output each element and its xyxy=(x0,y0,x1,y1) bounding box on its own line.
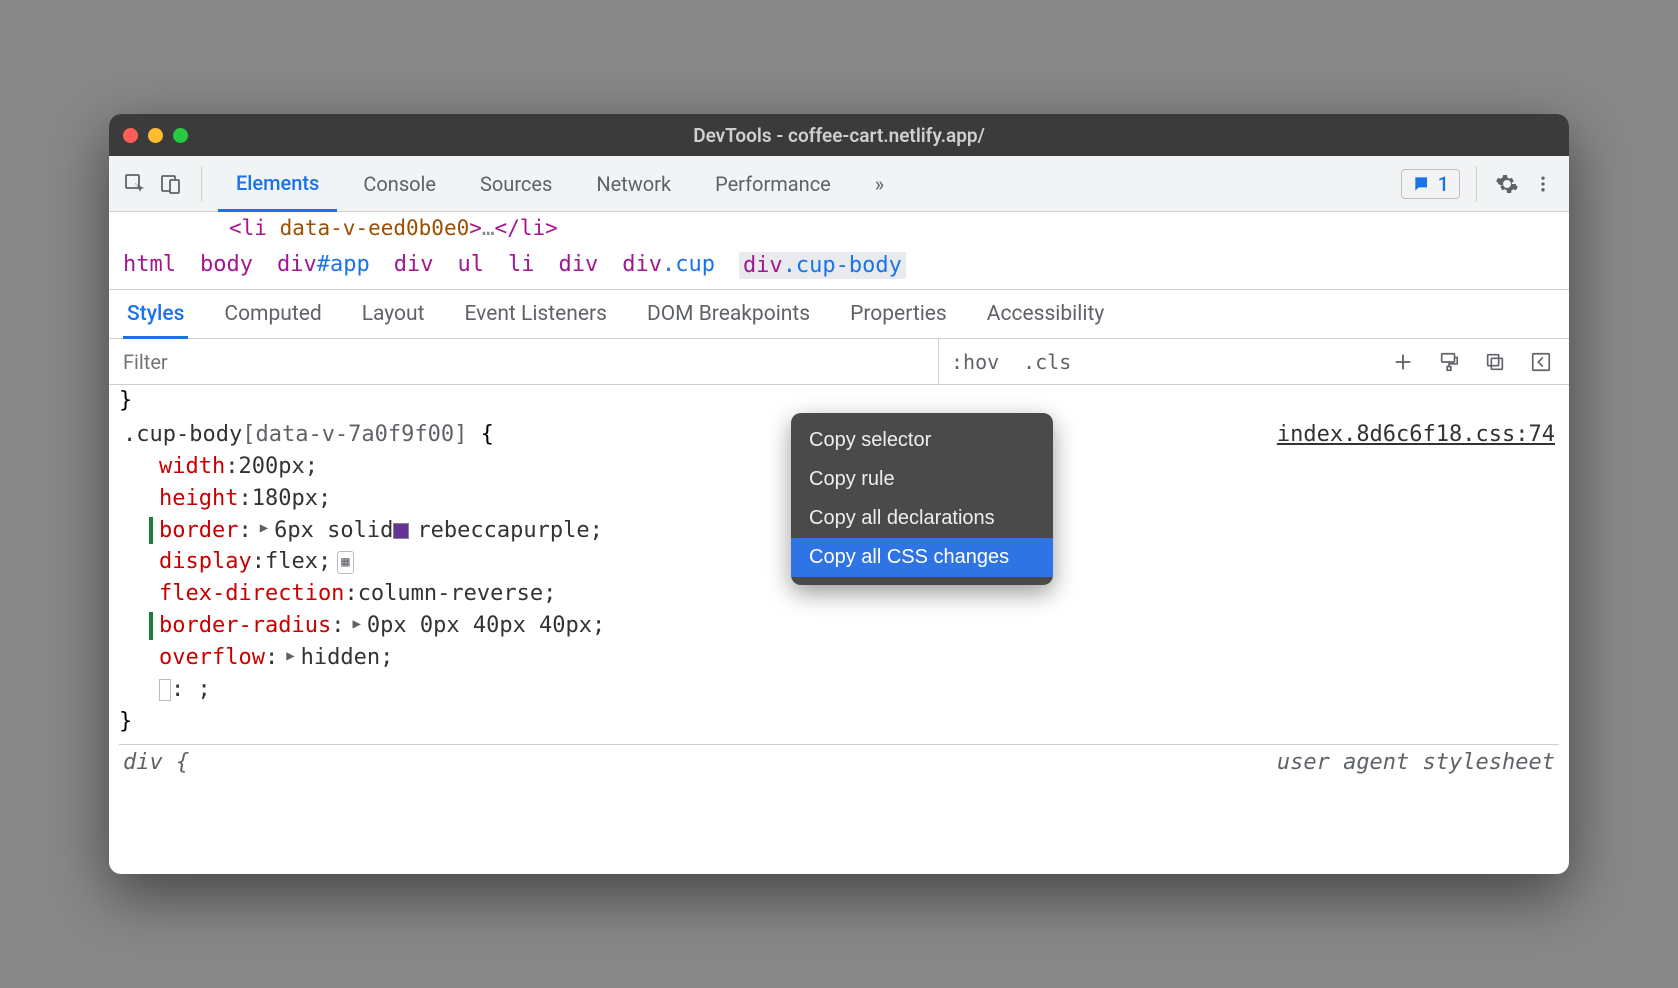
close-window-button[interactable] xyxy=(123,128,138,143)
breadcrumb-item[interactable]: div xyxy=(558,252,598,279)
subtab-computed[interactable]: Computed xyxy=(220,290,325,338)
cls-toggle[interactable]: .cls xyxy=(1011,350,1083,374)
declaration-row[interactable]: border-radius:▶0px 0px 40px 40px; xyxy=(159,610,1559,642)
subtab-styles[interactable]: Styles xyxy=(123,290,188,339)
settings-icon[interactable] xyxy=(1493,170,1521,198)
styles-filter-input[interactable] xyxy=(109,339,939,384)
window-title: DevTools - coffee-cart.netlify.app/ xyxy=(109,124,1569,147)
breadcrumb-item[interactable]: div#app xyxy=(277,252,370,279)
copy-icon[interactable] xyxy=(1481,348,1509,376)
subtab-dom-breakpoints[interactable]: DOM Breakpoints xyxy=(643,290,814,338)
styles-pane: } .cup-body[data-v-7a0f9f00] { index.8d6… xyxy=(109,385,1569,874)
hov-toggle[interactable]: :hov xyxy=(939,350,1011,374)
breadcrumb: htmlbodydiv#appdivullidivdiv.cupdiv.cup-… xyxy=(109,244,1569,290)
issues-icon xyxy=(1412,174,1432,194)
breadcrumb-item[interactable]: li xyxy=(508,252,535,279)
context-menu-item[interactable]: Copy all declarations xyxy=(791,499,1053,538)
subtab-layout[interactable]: Layout xyxy=(358,290,429,338)
breadcrumb-item[interactable]: html xyxy=(123,252,176,279)
rule-selector[interactable]: .cup-body[data-v-7a0f9f00] { xyxy=(123,419,494,451)
styles-subtabs: Styles Computed Layout Event Listeners DOM B… xyxy=(109,290,1569,339)
inspect-element-icon[interactable] xyxy=(121,170,149,198)
kebab-menu-icon[interactable] xyxy=(1529,170,1557,198)
subtab-event-listeners[interactable]: Event Listeners xyxy=(460,290,610,338)
breadcrumb-item[interactable]: div.cup-body xyxy=(739,252,906,279)
issues-count: 1 xyxy=(1438,172,1449,196)
subtab-accessibility[interactable]: Accessibility xyxy=(983,290,1109,338)
breadcrumb-item[interactable]: body xyxy=(200,252,253,279)
rule-source-link[interactable]: index.8d6c6f18.css:74 xyxy=(1277,419,1555,451)
minimize-window-button[interactable] xyxy=(148,128,163,143)
new-style-rule-icon[interactable] xyxy=(1389,348,1417,376)
context-menu-item[interactable]: Copy rule xyxy=(791,460,1053,499)
tab-sources[interactable]: Sources xyxy=(462,156,570,211)
rule-close-brace: } xyxy=(119,706,1559,738)
issues-badge[interactable]: 1 xyxy=(1401,169,1460,199)
declaration-row[interactable]: overflow:▶hidden; xyxy=(159,642,1559,674)
tab-network[interactable]: Network xyxy=(578,156,689,211)
styles-filter-bar: :hov .cls xyxy=(109,339,1569,385)
context-menu-item[interactable]: Copy all CSS changes xyxy=(791,538,1053,577)
breadcrumb-item[interactable]: ul xyxy=(457,252,484,279)
tab-performance[interactable]: Performance xyxy=(697,156,849,211)
breadcrumb-item[interactable]: div xyxy=(394,252,434,279)
traffic-lights xyxy=(123,128,188,143)
maximize-window-button[interactable] xyxy=(173,128,188,143)
flex-badge-icon[interactable]: ▦ xyxy=(337,551,353,573)
context-menu: Copy selectorCopy ruleCopy all declarati… xyxy=(791,413,1053,585)
main-toolbar: Elements Console Sources Network Perform… xyxy=(109,156,1569,212)
tabs-overflow[interactable]: » xyxy=(857,156,902,211)
paint-icon[interactable] xyxy=(1435,348,1463,376)
computed-panel-toggle-icon[interactable] xyxy=(1527,348,1555,376)
breadcrumb-item[interactable]: div.cup xyxy=(622,252,715,279)
new-declaration-row[interactable]: : ; xyxy=(159,674,1559,706)
ua-label: user agent stylesheet xyxy=(1277,747,1555,779)
dom-tree-line[interactable]: <li data-v-eed0b0e0>…</li> xyxy=(109,212,1569,244)
devtools-window: DevTools - coffee-cart.netlify.app/ Elem… xyxy=(109,114,1569,874)
device-toggle-icon[interactable] xyxy=(157,170,185,198)
color-swatch[interactable] xyxy=(393,523,409,539)
titlebar: DevTools - coffee-cart.netlify.app/ xyxy=(109,114,1569,156)
tab-elements[interactable]: Elements xyxy=(218,157,337,212)
context-menu-item[interactable]: Copy selector xyxy=(791,421,1053,460)
user-agent-rule: div { user agent stylesheet xyxy=(119,744,1559,779)
tab-console[interactable]: Console xyxy=(345,156,454,211)
subtab-properties[interactable]: Properties xyxy=(846,290,951,338)
ua-selector: div { xyxy=(123,747,189,779)
